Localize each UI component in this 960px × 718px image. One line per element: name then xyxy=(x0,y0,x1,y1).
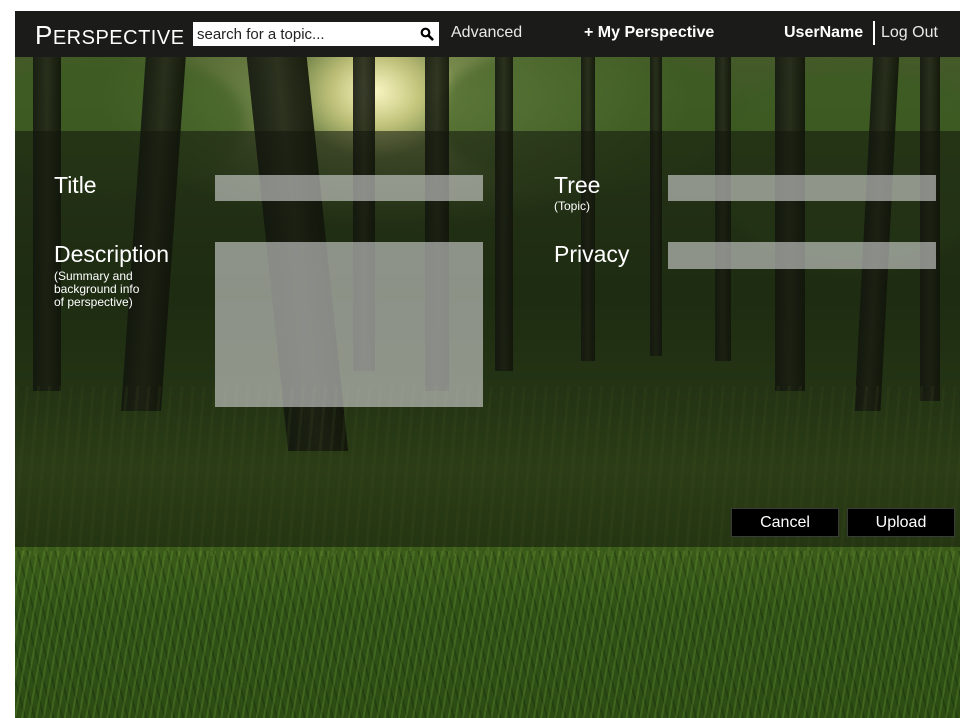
search-icon xyxy=(420,27,434,41)
logo-text: ERSPECTIVE xyxy=(52,27,185,49)
description-hint-line-3: of perspective) xyxy=(54,295,133,309)
privacy-field[interactable] xyxy=(668,242,936,269)
upload-form-panel: Title Description (Summary and backgroun… xyxy=(15,131,960,547)
description-label: Description xyxy=(54,241,170,267)
title-label: Title xyxy=(54,172,97,198)
privacy-label: Privacy xyxy=(554,241,630,267)
app-logo[interactable]: PERSPECTIVE xyxy=(35,20,185,51)
search-button[interactable] xyxy=(415,22,439,46)
tree-hint: (Topic) xyxy=(554,199,591,213)
advanced-search-link[interactable]: Advanced xyxy=(451,24,522,42)
app-frame: PERSPECTIVE Advanced + My Perspective Us… xyxy=(15,11,960,718)
nav-divider xyxy=(873,21,875,45)
search-input[interactable] xyxy=(193,22,411,46)
top-navigation-bar: PERSPECTIVE Advanced + My Perspective Us… xyxy=(15,11,960,57)
tree-label: Tree xyxy=(554,172,601,198)
cancel-button[interactable]: Cancel xyxy=(731,508,839,537)
username-link[interactable]: UserName xyxy=(784,24,863,42)
title-field[interactable] xyxy=(215,175,483,201)
description-field[interactable] xyxy=(215,242,483,407)
search-box xyxy=(193,22,439,46)
logout-link[interactable]: Log Out xyxy=(881,24,938,42)
upload-button[interactable]: Upload xyxy=(847,508,955,537)
my-perspective-link[interactable]: + My Perspective xyxy=(584,24,714,42)
tree-field[interactable] xyxy=(668,175,936,201)
logo-initial: P xyxy=(35,20,53,50)
